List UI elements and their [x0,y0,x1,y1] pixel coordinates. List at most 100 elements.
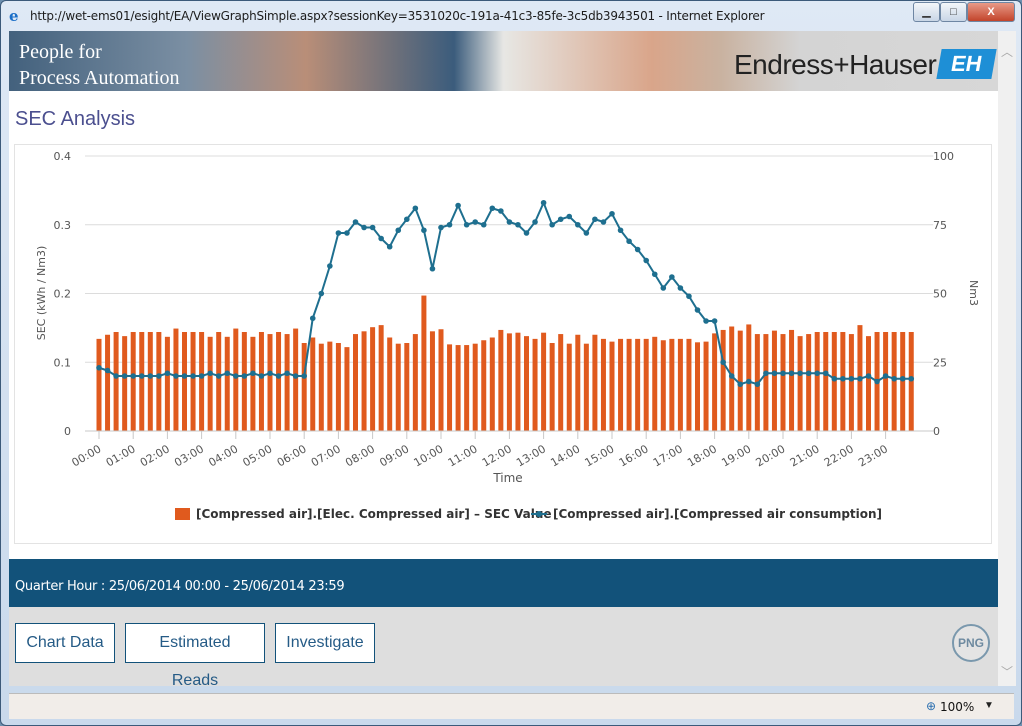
x-tick-label: 06:00 [275,442,309,469]
consumption-point [104,367,111,374]
estimated-reads-button[interactable]: Estimated Reads [125,623,265,686]
y-right-tick-label: 75 [933,219,947,232]
consumption-point [617,227,624,234]
sec-bar [318,343,324,431]
consumption-point [805,370,812,377]
sec-bar [164,336,170,431]
consumption-point [634,246,641,253]
sec-bar [130,332,136,431]
x-tick-label: 03:00 [172,442,206,469]
sec-bar [447,344,453,431]
zoom-level[interactable]: 100% [940,700,974,714]
consumption-point [96,364,102,371]
consumption-point [335,230,342,236]
consumption-point [711,318,718,324]
sec-bar [353,334,358,431]
sec-bar [344,347,350,431]
sec-bar [883,332,889,431]
sec-bar [600,338,606,431]
page-content: People for Process Automation Endress+Ha… [9,31,998,686]
consumption-point [344,230,350,236]
consumption-point [660,285,667,291]
consumption-point [438,224,444,231]
x-tick-label: 18:00 [685,442,719,469]
zoom-icon[interactable]: ⊕ [926,699,936,713]
consumption-point [258,373,265,379]
sec-bar [199,332,205,431]
consumption-point [241,373,248,379]
consumption-point [626,238,632,245]
sec-bar [182,332,187,431]
consumption-point [301,373,308,379]
consumption-point [737,381,744,388]
maximize-button[interactable]: □ [940,2,967,22]
consumption-point [215,373,222,379]
close-button[interactable]: X [967,2,1015,22]
x-tick-label: 17:00 [651,442,685,469]
minimize-button[interactable]: ▁ [913,2,940,22]
sec-bar [404,343,410,431]
consumption-point [720,359,726,366]
sec-bar [660,340,666,431]
sec-bar [216,332,222,431]
x-tick-label: 14:00 [548,442,582,469]
sec-bar [147,332,153,431]
sec-bar [378,325,384,431]
sec-bar [258,332,264,431]
scroll-up-icon[interactable]: ︿ [998,43,1016,60]
consumption-point [532,219,538,225]
internet-explorer-icon: e [9,7,19,25]
sec-bar [190,332,196,431]
chart-data-button[interactable]: Chart Data [15,623,115,663]
consumption-point [840,375,846,382]
sec-bar [823,332,829,431]
sec-bar [575,334,581,431]
x-tick-label: 09:00 [377,442,411,469]
x-tick-label: 23:00 [856,442,890,469]
y-left-tick-label: 0.4 [54,150,72,163]
sec-bar [866,336,871,431]
consumption-point [797,370,803,377]
y-right-tick-label: 50 [933,288,947,301]
consumption-point [395,227,402,234]
consumption-point [233,373,239,379]
consumption-point [173,373,179,379]
vertical-scrollbar[interactable]: ︿ ﹀ [998,31,1016,686]
sec-bar [455,345,461,431]
sec-bar [438,329,444,431]
zoom-dropdown-icon[interactable]: ▼ [984,700,994,711]
consumption-point [412,205,419,212]
consumption-point [404,216,410,223]
investigate-button[interactable]: Investigate [275,623,375,663]
consumption-point [472,219,479,225]
x-tick-label: 21:00 [788,442,822,469]
sec-bar [370,327,376,431]
sec-bar [173,328,179,431]
consumption-point [592,216,598,223]
sec-bar [549,343,555,431]
consumption-point [378,235,384,242]
x-tick-label: 02:00 [138,442,172,469]
sec-bar [105,334,111,431]
consumption-point [566,213,573,220]
sec-chart: 0 0 0.1 25 0.2 50 0.3 75 0.4 100 00:00 01:00 02:00 03… [35,150,980,521]
sec-bar [335,343,341,431]
scroll-down-icon[interactable]: ﹀ [998,663,1016,680]
legend-line-marker [536,511,542,517]
consumption-point [121,373,128,379]
window-title: http://wet-ems01/esight/EA/ViewGraphSimp… [30,9,765,23]
sec-bar [267,334,273,431]
consumption-point [746,378,752,385]
consumption-point [181,373,188,379]
consumption-point [831,375,838,382]
sec-bar [156,332,162,431]
png-export-button[interactable]: PNG [952,624,990,662]
sec-bar [712,333,718,431]
sec-bar [515,332,521,431]
consumption-point [609,210,615,217]
sec-bar [558,334,564,431]
consumption-point [728,373,735,379]
sec-bar [532,338,538,431]
sec-bar [669,338,675,431]
period-text: Quarter Hour : 25/06/2014 00:00 - 25/06/… [15,579,345,594]
